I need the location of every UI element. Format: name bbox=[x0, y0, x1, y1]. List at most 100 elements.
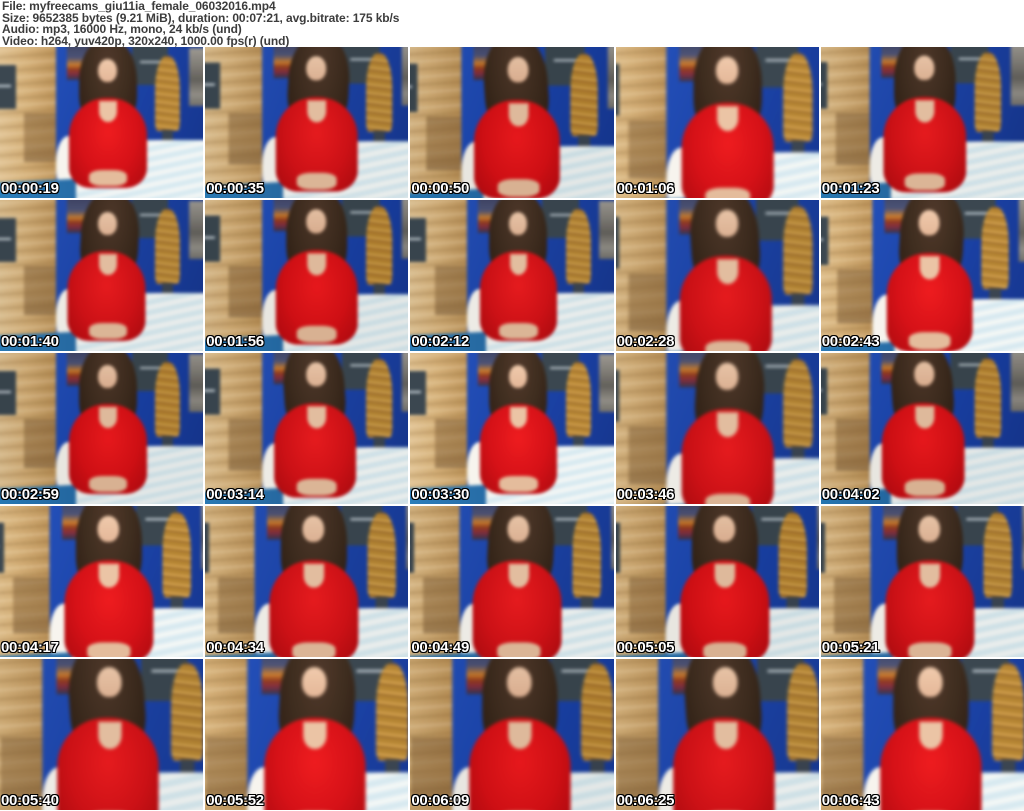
art-figure-waist bbox=[702, 642, 747, 657]
thumbnail-frame-art bbox=[615, 200, 819, 351]
timestamp-label: 00:05:52 bbox=[206, 792, 264, 809]
art-shelf bbox=[616, 736, 659, 801]
video-value: h264, yuv420p, 320x240, 1000.00 fps(r) (… bbox=[40, 33, 290, 48]
thumbnail-frame-art bbox=[205, 353, 409, 504]
video-thumbnail: 00:05:52 bbox=[205, 659, 409, 810]
timestamp-label: 00:02:59 bbox=[1, 486, 59, 503]
art-figure-chest bbox=[714, 722, 737, 750]
art-shelf bbox=[837, 269, 873, 323]
art-drawer bbox=[0, 65, 16, 110]
art-shelf bbox=[423, 577, 461, 633]
art-figure-face bbox=[508, 211, 528, 235]
art-figure-chest bbox=[99, 564, 119, 589]
art-small-poster bbox=[607, 47, 614, 109]
art-drawer bbox=[410, 64, 418, 113]
art-figure-waist bbox=[497, 178, 541, 197]
art-figure-face bbox=[712, 667, 737, 697]
art-small-poster bbox=[599, 353, 614, 413]
video-thumbnail: 00:01:06 bbox=[615, 47, 819, 198]
art-drawer bbox=[0, 523, 4, 574]
thumbnail-frame-art bbox=[820, 200, 1024, 351]
art-wheat-decor bbox=[155, 55, 181, 159]
art-wheat-decor bbox=[778, 512, 807, 630]
art-small-poster bbox=[188, 200, 204, 260]
timestamp-label: 00:03:46 bbox=[616, 486, 675, 503]
video-thumbnail: 00:04:17 bbox=[0, 506, 204, 657]
art-small-poster bbox=[599, 200, 614, 260]
video-thumbnail: 00:01:56 bbox=[205, 200, 409, 351]
timestamp-label: 00:01:23 bbox=[821, 180, 880, 197]
art-wheat-decor bbox=[565, 208, 591, 312]
art-figure-chest bbox=[717, 412, 738, 438]
art-figure-face bbox=[98, 211, 117, 235]
timestamp-label: 00:02:28 bbox=[616, 333, 675, 350]
art-figure-face bbox=[715, 362, 738, 390]
thumbnail-frame-art bbox=[410, 353, 614, 504]
art-wheat-decor bbox=[974, 358, 1002, 467]
art-drawer bbox=[205, 62, 220, 110]
timestamp-label: 00:05:40 bbox=[1, 792, 59, 809]
video-thumbnail: 00:04:34 bbox=[205, 506, 409, 657]
art-small-poster bbox=[1010, 47, 1024, 106]
video-thumbnail: 00:05:05 bbox=[615, 506, 819, 657]
art-small-poster bbox=[401, 47, 409, 106]
art-wheat-decor bbox=[783, 205, 813, 327]
art-wheat-decor bbox=[974, 52, 1002, 161]
art-figure-waist bbox=[499, 475, 538, 493]
art-drawer bbox=[0, 218, 16, 263]
art-wheat-decor bbox=[368, 512, 397, 630]
thumbnail-frame-art bbox=[205, 47, 409, 198]
art-shelf bbox=[13, 577, 51, 633]
timestamp-label: 00:00:50 bbox=[411, 180, 470, 197]
art-small-poster bbox=[816, 506, 819, 570]
art-figure-face bbox=[303, 515, 324, 542]
video-thumbnail: 00:06:25 bbox=[615, 659, 819, 810]
art-small-poster bbox=[401, 200, 409, 259]
video-thumbnail: 00:01:40 bbox=[0, 200, 204, 351]
video-label: Video: bbox=[2, 33, 38, 48]
art-figure-waist bbox=[88, 169, 128, 187]
thumbnail-frame-art bbox=[205, 200, 409, 351]
art-drawer bbox=[820, 523, 825, 574]
video-thumbnail: 00:05:40 bbox=[0, 659, 204, 810]
art-drawer bbox=[205, 368, 220, 416]
art-shelf bbox=[835, 112, 870, 165]
art-figure-face bbox=[98, 58, 117, 82]
thumbnail-frame-art bbox=[0, 47, 204, 198]
timestamp-label: 00:06:09 bbox=[411, 792, 470, 809]
art-shelf bbox=[821, 736, 864, 801]
art-wheat-decor bbox=[366, 205, 393, 314]
video-thumbnail: 00:04:49 bbox=[410, 506, 614, 657]
video-thumbnail: 00:02:12 bbox=[410, 200, 614, 351]
timestamp-label: 00:03:14 bbox=[206, 486, 264, 503]
art-figure-face bbox=[508, 56, 529, 83]
art-figure-face bbox=[97, 515, 119, 542]
video-thumbnail: 00:02:59 bbox=[0, 353, 204, 504]
art-figure-waist bbox=[904, 173, 946, 191]
art-figure-waist bbox=[292, 642, 337, 657]
art-small-poster bbox=[406, 506, 409, 570]
video-thumbnail: 00:06:43 bbox=[820, 659, 1024, 810]
art-shelf bbox=[24, 418, 57, 468]
timestamp-label: 00:04:17 bbox=[1, 639, 59, 656]
timestamp-label: 00:04:49 bbox=[411, 639, 470, 656]
art-figure-face bbox=[918, 515, 940, 542]
art-figure-face bbox=[306, 56, 326, 81]
thumbnail-frame-art bbox=[615, 47, 819, 198]
art-shelf bbox=[411, 736, 454, 801]
video-thumbnail: 00:04:02 bbox=[820, 353, 1024, 504]
art-shelf bbox=[24, 265, 57, 315]
art-small-poster bbox=[401, 353, 409, 412]
art-figure-waist bbox=[296, 478, 338, 496]
timestamp-label: 00:04:34 bbox=[206, 639, 264, 656]
thumbnail-frame-art bbox=[820, 47, 1024, 198]
timestamp-label: 00:04:02 bbox=[821, 486, 880, 503]
art-figure-waist bbox=[86, 642, 132, 657]
art-shelf bbox=[628, 120, 667, 178]
art-figure-waist bbox=[904, 479, 946, 497]
art-figure-face bbox=[713, 515, 735, 542]
art-figure-face bbox=[306, 362, 326, 387]
thumbnail-frame-art bbox=[615, 506, 819, 657]
video-thumbnail: 00:05:21 bbox=[820, 506, 1024, 657]
art-figure-chest bbox=[98, 722, 122, 750]
